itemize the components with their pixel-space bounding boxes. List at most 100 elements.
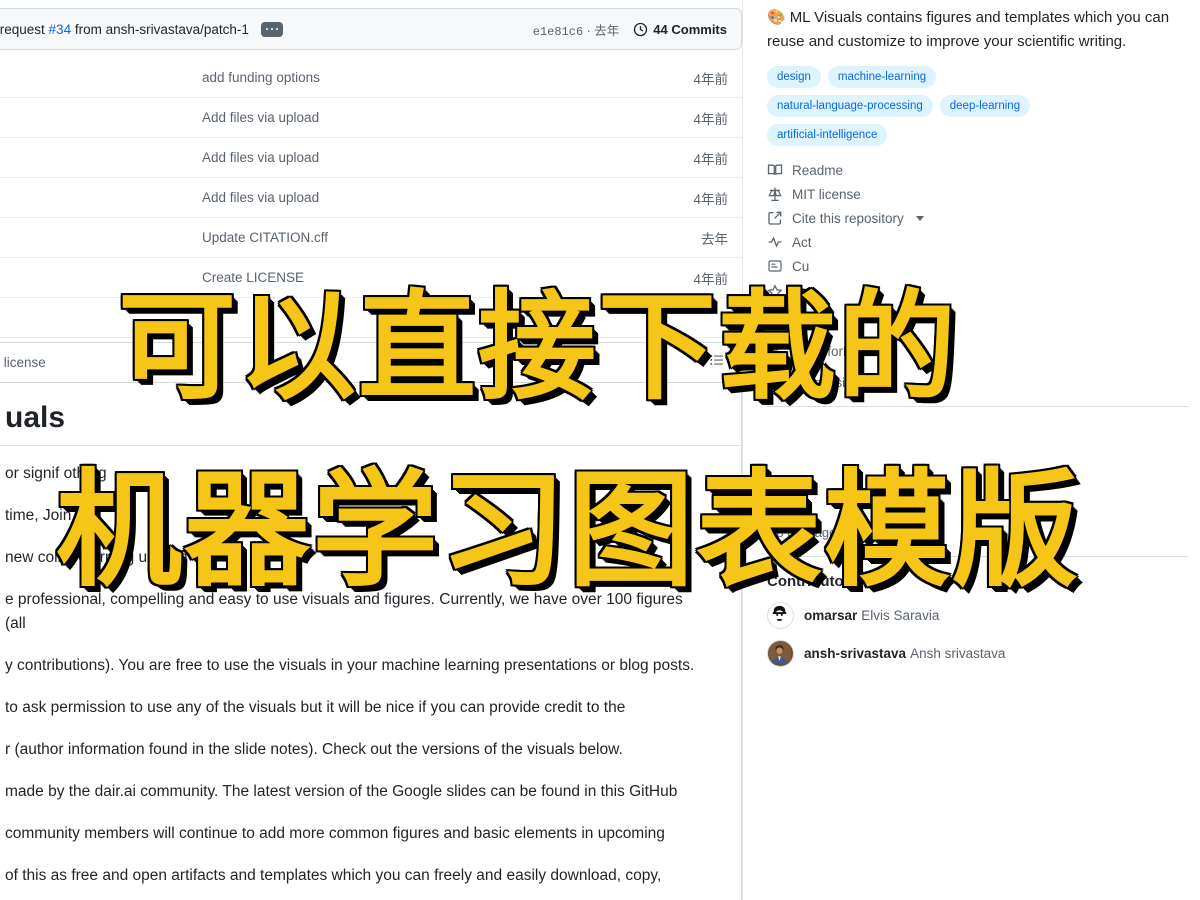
- table-row[interactable]: add funding options 4年前: [0, 58, 742, 98]
- list-icon: [767, 258, 783, 274]
- fork-icon: [767, 342, 783, 361]
- about-meta-list: Readme MIT license Cite this repository …: [755, 146, 1200, 274]
- commits-count-link[interactable]: 44 Commits: [633, 22, 727, 37]
- file-commit-message[interactable]: Add files via upload: [202, 190, 693, 205]
- topic-tag-list: design machine-learning natural-language…: [755, 54, 1079, 146]
- column-divider: [742, 0, 743, 900]
- cite-external-link-icon: [767, 210, 783, 226]
- table-row[interactable]: Update CITATION.cff 去年: [0, 218, 742, 258]
- topic-tag-design[interactable]: design: [767, 66, 821, 88]
- page-title: uals: [5, 401, 66, 434]
- file-commit-message[interactable]: Add files via upload: [202, 110, 693, 125]
- readme-link[interactable]: Readme: [767, 162, 1188, 178]
- readme-license-label: MIT license: [0, 355, 46, 370]
- contributor-fullname: Elvis Saravia: [861, 608, 940, 623]
- readme-content: uals or signif oth ng time, Join new col…: [0, 383, 741, 900]
- readme-paragraph: time, Join: [5, 504, 697, 528]
- table-row[interactable]: Create LICENSE 4年前: [0, 258, 742, 298]
- contributor-fullname: Ansh srivastava: [910, 646, 1006, 661]
- file-commit-time: 去年: [701, 231, 728, 247]
- sha-separator: ·: [583, 23, 595, 38]
- avatar: [767, 602, 794, 629]
- law-icon: [767, 186, 783, 202]
- avatar: [767, 640, 794, 667]
- screen-root: pull request #34 from ansh-srivastava/pa…: [0, 0, 1200, 900]
- commit-expand-ellipsis-button[interactable]: [260, 21, 283, 37]
- table-row[interactable]: Add files via upload 4年前: [0, 98, 742, 138]
- forks-stat[interactable]: 1.4k forks: [767, 342, 1188, 361]
- list-item[interactable]: ansh-srivastava Ansh srivastava: [767, 640, 1188, 667]
- topic-tag-artificial-intelligence[interactable]: artificial-intelligence: [767, 124, 888, 146]
- cite-this-repository-button[interactable]: Cite this repository: [767, 210, 1188, 226]
- watchers-count: 11: [792, 315, 807, 330]
- book-icon: [767, 162, 783, 178]
- table-row[interactable]: Add files via upload 4年前: [0, 178, 742, 218]
- file-commit-message[interactable]: Update CITATION.cff: [202, 230, 701, 245]
- custom-properties-link[interactable]: Cu: [767, 258, 1188, 274]
- license-link[interactable]: MIT license: [767, 186, 1188, 202]
- cite-this-repository-label: Cite this repository: [792, 210, 904, 226]
- file-commit-message[interactable]: add funding options: [202, 70, 693, 85]
- commit-message-prefix: pull request: [0, 21, 45, 37]
- topic-tag-deep-learning[interactable]: deep-learning: [939, 95, 1031, 117]
- file-commit-time: 4年前: [693, 271, 728, 287]
- eye-icon: [767, 313, 783, 332]
- readme-paragraph: e professional, compelling and easy to u…: [5, 591, 683, 632]
- file-commit-time: 4年前: [693, 151, 728, 167]
- readme-link-label: Readme: [792, 162, 844, 178]
- readme-paragraph: y contributions). You are free to use th…: [5, 657, 695, 674]
- table-row[interactable]: Add files via upload 4年前: [0, 138, 742, 178]
- pull-request-number-link[interactable]: #34: [49, 22, 72, 37]
- watchers-stat[interactable]: 11: [767, 313, 1188, 332]
- commit-message-suffix: from ansh-srivastava/patch-1: [71, 21, 249, 37]
- latest-commit-bar: pull request #34 from ansh-srivastava/pa…: [0, 8, 742, 50]
- forks-count: 1.4k: [792, 344, 819, 359]
- contributor-username[interactable]: omarsar: [804, 608, 857, 623]
- activity-link[interactable]: Act: [767, 234, 1188, 250]
- forks-label: forks: [827, 344, 857, 359]
- commit-sha-and-time: e1e81c6 · 去年: [533, 20, 620, 39]
- latest-commit-message[interactable]: pull request #34 from ansh-srivastava/pa…: [0, 22, 249, 37]
- file-commit-list: add funding options 4年前 Add files via up…: [0, 58, 742, 338]
- repository-stats: 13 11 1.4k forks: [755, 274, 1200, 361]
- stars-stat[interactable]: 13: [767, 284, 1188, 303]
- readme-paragraph-text: time, Join: [5, 507, 72, 524]
- readme-license-label-group[interactable]: MIT license: [0, 355, 46, 370]
- dot-2: [270, 27, 274, 31]
- repository-main-column: pull request #34 from ansh-srivastava/pa…: [0, 0, 742, 900]
- file-commit-message[interactable]: Add files via upload: [202, 150, 693, 165]
- activity-icon: [767, 234, 783, 250]
- contributors-list: omarsar Elvis Saravia ansh-srivastava Ansh…: [755, 590, 1200, 667]
- contributor-username[interactable]: ansh-srivastava: [804, 646, 906, 661]
- list-item[interactable]: omarsar Elvis Saravia: [767, 602, 1188, 629]
- commits-count-label: 44 Commits: [653, 21, 727, 37]
- topic-tag-machine-learning[interactable]: machine-learning: [827, 66, 937, 88]
- dot-3: [275, 27, 279, 31]
- history-clock-icon: [633, 22, 648, 37]
- star-icon: [767, 284, 783, 303]
- chevron-down-icon[interactable]: [915, 215, 924, 221]
- commit-meta-group: e1e81c6 · 去年 44 Commits: [533, 20, 727, 39]
- readme-paragraph: made by the dair.ai community. The lates…: [5, 783, 678, 800]
- activity-link-label: Act: [792, 234, 812, 250]
- readme-panel-header: MIT license: [0, 343, 741, 383]
- contributors-count-badge: 2: [865, 574, 887, 589]
- table-row[interactable]: [0, 298, 742, 338]
- topic-tag-natural-language-processing[interactable]: natural-language-processing: [767, 95, 933, 117]
- about-description-text: ML Visuals contains figures and template…: [767, 9, 1170, 50]
- palette-emoji-icon: 🎨: [767, 9, 786, 26]
- about-sidebar: 🎨 ML Visuals contains figures and templat…: [755, 0, 1200, 900]
- report-repository-link[interactable]: Report repository: [755, 361, 1200, 390]
- contributors-section-title: Contributors 2: [755, 557, 1200, 590]
- about-description: 🎨 ML Visuals contains figures and templat…: [755, 0, 1200, 54]
- commit-sha[interactable]: e1e81c6: [533, 25, 583, 39]
- list-unordered-icon[interactable]: [709, 352, 725, 373]
- commit-relative-time: 去年: [594, 23, 620, 38]
- title-divider: [0, 445, 741, 446]
- readme-paragraph: of this as free and open artifacts and t…: [5, 867, 662, 884]
- file-commit-message[interactable]: Create LICENSE: [202, 270, 693, 285]
- readme-panel: MIT license uals or signif oth ng: [0, 342, 742, 900]
- file-commit-time: 4年前: [693, 111, 728, 127]
- readme-paragraph: or signif oth ng: [5, 465, 107, 482]
- readme-paragraph: r (author information found in the slide…: [5, 741, 623, 758]
